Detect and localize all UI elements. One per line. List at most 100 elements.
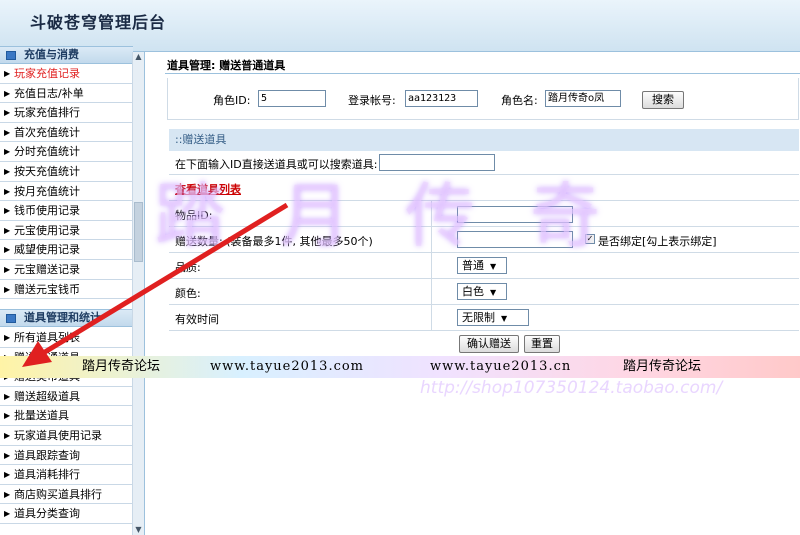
sidebar-menu-recharge: ▶ 玩家充值记录 ▶ 充值日志/补单 ▶ 玩家充值排行 ▶ 首次充值统计 ▶ 分时充值统计 ▶ 按天充… xyxy=(0,64,133,300)
banner-left-text: 踏月传奇论坛 xyxy=(82,359,161,374)
chevron-down-icon: ▼ xyxy=(490,288,497,297)
bullet-arrow-icon: ▶ xyxy=(4,264,11,274)
sidebar-item[interactable]: ▶ 赠送元宝钱币 xyxy=(0,280,133,300)
bullet-arrow-icon: ▶ xyxy=(4,166,11,176)
search-button[interactable]: 搜索 xyxy=(642,91,684,109)
bullet-arrow-icon: ▶ xyxy=(4,225,11,235)
sidebar-item-label: 元宝赠送记录 xyxy=(14,262,80,276)
color-select[interactable]: 白色 ▼ xyxy=(457,283,507,300)
sidebar-item-label: 道具分类查询 xyxy=(14,507,80,521)
banner-url-com: www.tayue2013.com xyxy=(210,359,365,374)
bullet-arrow-icon: ▶ xyxy=(4,108,11,118)
sidebar-item-label: 充值日志/补单 xyxy=(14,86,84,100)
item-id-label: 物品ID: xyxy=(175,209,213,222)
item-search-input[interactable] xyxy=(379,154,495,171)
sidebar-item-label: 玩家充值记录 xyxy=(14,67,80,80)
sidebar-item[interactable]: ▶ 玩家充值排行 xyxy=(0,103,133,123)
sidebar-item-label: 赠送超级道具 xyxy=(14,389,80,403)
sidebar-item-label: 按天充值统计 xyxy=(14,164,80,178)
role-id-label: 角色ID: xyxy=(213,94,251,107)
sidebar-item[interactable]: ▶ 按天充值统计 xyxy=(0,162,133,182)
sidebar-group-label: 充值与消费 xyxy=(24,48,79,61)
color-value: 白色 xyxy=(462,285,484,298)
breadcrumb: 道具管理: 赠送普通道具 xyxy=(167,59,286,72)
item-id-row: 物品ID: xyxy=(169,201,799,227)
chevron-down-icon: ▼ xyxy=(490,262,497,271)
bind-label: 是否绑定[勾上表示绑定] xyxy=(598,235,717,248)
sidebar-item[interactable]: ▶ 按月充值统计 xyxy=(0,182,133,202)
item-id-input[interactable] xyxy=(457,206,573,223)
color-label: 颜色: xyxy=(175,287,201,300)
sidebar-item[interactable]: ▶ 玩家充值记录 xyxy=(0,64,133,84)
banner-url-cn: www.tayue2013.cn xyxy=(430,359,572,374)
sidebar-item-label: 分时充值统计 xyxy=(14,145,80,159)
sidebar-group-recharge[interactable]: 充值与消费 xyxy=(0,46,133,64)
bind-checkbox[interactable]: ✓ xyxy=(585,234,595,244)
sidebar-item-label: 按月充值统计 xyxy=(14,184,80,198)
sidebar-item-label: 所有道具列表 xyxy=(14,331,80,344)
chevron-down-icon: ▼ xyxy=(501,314,508,323)
sidebar-item[interactable]: ▶ 道具消耗排行 xyxy=(0,465,133,485)
direct-input-row: 在下面输入ID直接送道具或可以搜索道具: xyxy=(169,151,799,175)
item-list-row: 查看道具列表 xyxy=(169,175,799,201)
sidebar-item-label: 玩家道具使用记录 xyxy=(14,428,102,442)
app-title: 斗破苍穹管理后台 xyxy=(30,13,167,32)
sidebar-item[interactable]: ▶ 道具跟踪查询 xyxy=(0,446,133,466)
search-panel: 角色ID: 5 登录帐号: aa123123 角色名: 踏月传奇o凤 搜索 xyxy=(167,78,799,120)
quality-select[interactable]: 普通 ▼ xyxy=(457,257,507,274)
sidebar-item[interactable]: ▶ 玩家道具使用记录 xyxy=(0,426,133,446)
sidebar-item-label: 商店购买道具排行 xyxy=(14,487,102,501)
sidebar-item-label: 元宝使用记录 xyxy=(14,223,80,237)
scroll-up-icon[interactable]: ▲ xyxy=(134,52,143,62)
scrollbar-thumb[interactable] xyxy=(134,202,143,262)
sidebar-group-items[interactable]: 道具管理和统计 xyxy=(0,309,133,327)
bullet-arrow-icon: ▶ xyxy=(4,430,11,440)
sidebar-item-label: 玩家充值排行 xyxy=(14,106,80,120)
sidebar-item[interactable]: ▶ 威望使用记录 xyxy=(0,240,133,260)
account-input[interactable]: aa123123 xyxy=(405,90,478,107)
sidebar-item-label: 道具跟踪查询 xyxy=(14,448,80,462)
bullet-arrow-icon: ▶ xyxy=(4,391,11,401)
top-header: 斗破苍穹管理后台 xyxy=(0,0,800,52)
section-header: ::赠送道具 xyxy=(169,129,799,151)
confirm-gift-button[interactable]: 确认赠送 xyxy=(459,335,519,353)
expiry-value: 无限制 xyxy=(462,311,495,324)
sidebar-item-label: 钱币使用记录 xyxy=(14,204,80,218)
sidebar-item-label: 赠送元宝钱币 xyxy=(14,282,80,296)
quality-label: 品质: xyxy=(175,261,201,274)
bullet-arrow-icon: ▶ xyxy=(4,411,11,421)
role-id-input[interactable]: 5 xyxy=(258,90,326,107)
quantity-input[interactable] xyxy=(457,231,573,248)
sidebar-item[interactable]: ▶ 道具分类查询 xyxy=(0,504,133,524)
sidebar-scrollbar[interactable]: ▲ ▼ xyxy=(132,52,144,535)
sidebar-item-label: 威望使用记录 xyxy=(14,243,80,257)
quality-row: 品质: 普通 ▼ xyxy=(169,253,799,279)
bullet-arrow-icon: ▶ xyxy=(4,127,11,137)
role-name-input[interactable]: 踏月传奇o凤 xyxy=(545,90,621,107)
sidebar-item[interactable]: ▶ 元宝使用记录 xyxy=(0,221,133,241)
sidebar-item-label: 首次充值统计 xyxy=(14,125,80,139)
bullet-arrow-icon: ▶ xyxy=(4,147,11,157)
sidebar-item[interactable]: ▶ 赠送超级道具 xyxy=(0,387,133,407)
sidebar-item[interactable]: ▶ 商店购买道具排行 xyxy=(0,485,133,505)
bullet-arrow-icon: ▶ xyxy=(4,284,11,294)
scroll-down-icon[interactable]: ▼ xyxy=(134,525,143,535)
sidebar-item[interactable]: ▶ 所有道具列表 xyxy=(0,328,133,348)
folder-icon xyxy=(6,51,16,60)
sidebar-item-label: 道具消耗排行 xyxy=(14,468,80,482)
reset-button[interactable]: 重置 xyxy=(524,335,560,353)
expiry-label: 有效时间 xyxy=(175,313,219,326)
bullet-arrow-icon: ▶ xyxy=(4,206,11,216)
sidebar-item[interactable]: ▶ 分时充值统计 xyxy=(0,142,133,162)
forum-banner: 踏月传奇论坛 www.tayue2013.com www.tayue2013.c… xyxy=(0,356,800,378)
sidebar-item[interactable]: ▶ 首次充值统计 xyxy=(0,123,133,143)
sidebar-item[interactable]: ▶ 元宝赠送记录 xyxy=(0,260,133,280)
expiry-select[interactable]: 无限制 ▼ xyxy=(457,309,529,326)
account-label: 登录帐号: xyxy=(348,94,396,107)
item-list-link[interactable]: 查看道具列表 xyxy=(175,181,241,197)
direct-input-label: 在下面输入ID直接送道具或可以搜索道具: xyxy=(175,158,378,171)
sidebar-item[interactable]: ▶ 批量送道具 xyxy=(0,406,133,426)
bullet-arrow-icon: ▶ xyxy=(4,69,11,78)
sidebar-item[interactable]: ▶ 充值日志/补单 xyxy=(0,84,133,104)
sidebar-item[interactable]: ▶ 钱币使用记录 xyxy=(0,201,133,221)
